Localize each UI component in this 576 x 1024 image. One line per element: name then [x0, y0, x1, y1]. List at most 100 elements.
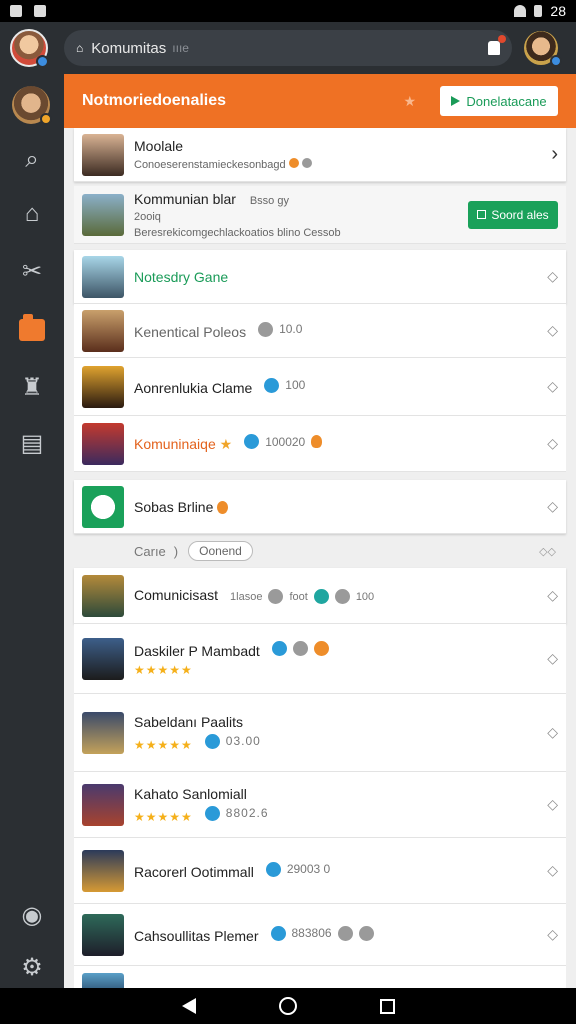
battery-icon: [534, 5, 543, 17]
play-icon: [451, 96, 461, 106]
search-text: Komumitas: [91, 39, 167, 57]
game-thumbnail: [82, 255, 124, 298]
card-subtitle: Conoeserenstamieckesonbagd: [134, 158, 543, 171]
store-icon[interactable]: ♜: [16, 372, 48, 404]
game-thumbnail: [82, 365, 124, 408]
download-button-label: Donelatacane: [466, 93, 547, 109]
chevron-icon[interactable]: ◇: [547, 862, 558, 879]
list-item[interactable]: Aonrenlukia Clame 100 ◇: [74, 358, 566, 416]
chevron-icon[interactable]: ◇: [547, 587, 558, 604]
system-nav-bar: [0, 988, 576, 1024]
table-row[interactable]: Kahato Sanlomiall ★★★★★ 8802.6 ◇: [74, 772, 566, 838]
item-value: 29003 0: [286, 862, 331, 876]
table-row[interactable]: Cahsoullitas Plemer 883806 ◇: [74, 904, 566, 966]
friend-avatar[interactable]: [524, 31, 562, 67]
status-bar: 28: [0, 0, 576, 22]
notification-icon[interactable]: [488, 35, 506, 55]
person-thumbnail: [82, 133, 124, 176]
item-value: 100020: [265, 434, 306, 449]
join-button[interactable]: Soord ales: [468, 200, 558, 229]
app-thumbnail: [82, 485, 124, 528]
sort-icon[interactable]: ◇◇: [539, 545, 556, 558]
table-row[interactable]: Racorerl Ootimmall 29003 0 ◇: [74, 838, 566, 904]
card-title: Moolale: [134, 138, 184, 154]
list-item[interactable]: Notesdry Gane ◇: [74, 250, 566, 304]
help-icon[interactable]: ◉: [16, 900, 48, 932]
game-thumbnail: [82, 637, 124, 680]
home-icon[interactable]: ⌂: [16, 198, 48, 230]
profile-avatar[interactable]: [10, 29, 49, 68]
search-icon[interactable]: ⌕: [16, 144, 48, 176]
rail-badge: [40, 113, 52, 125]
featured-game-card[interactable]: Kommunian blar Bsso gy 2ooiq Beresrekico…: [74, 186, 566, 244]
list-item[interactable]: Komuninaiqe ★ 100020 ◇: [74, 416, 566, 472]
chevron-icon[interactable]: ◇: [547, 378, 558, 395]
rail-profile-avatar[interactable]: [12, 86, 52, 125]
item-title: Sabeldanı Paalits: [134, 713, 243, 730]
settings-icon[interactable]: ⚙: [16, 952, 48, 984]
chevron-right-icon[interactable]: ›: [551, 143, 558, 166]
table-row[interactable]: Comunicisast 1lasoe foot 100 ◇: [74, 568, 566, 624]
home-button-icon[interactable]: [278, 997, 297, 1015]
item-value: 03.00: [225, 734, 261, 748]
chevron-icon[interactable]: ◇: [547, 268, 558, 285]
chevron-icon[interactable]: ◇: [547, 650, 558, 667]
game-thumbnail: [82, 783, 124, 826]
chevron-icon[interactable]: ◇: [547, 322, 558, 339]
filter-row: Carıe ) Oonend ◇◇: [64, 536, 576, 566]
filter-pill[interactable]: Oonend: [188, 541, 253, 561]
side-rail: ⌕ ⌂ ✂ ♜ ▤ ◉ ⚙: [0, 74, 64, 988]
card-subtitle: Beresrekicomgechlackoatios blino Cessob: [134, 226, 341, 239]
rating-stars: ★★★★★: [134, 737, 193, 752]
filter-sep: ): [173, 543, 179, 559]
rating-stars: ★★★★★: [134, 662, 193, 677]
community-icon[interactable]: [16, 314, 48, 346]
chevron-icon[interactable]: ◇: [547, 926, 558, 943]
item-title: Aonrenlukia Clame: [134, 379, 253, 396]
chevron-icon[interactable]: ◇: [547, 435, 558, 452]
game-thumbnail: [82, 422, 124, 465]
chevron-icon[interactable]: ◇: [547, 796, 558, 813]
game-thumbnail: [82, 849, 124, 892]
game-thumbnail: [82, 574, 124, 617]
list-item[interactable]: Kenentical Poleos 10.0 ◇: [74, 304, 566, 358]
chevron-icon[interactable]: ◇: [547, 498, 558, 515]
download-button[interactable]: Donelatacane: [440, 86, 558, 116]
search-bar[interactable]: ⌂ Komumitas ıııe: [64, 30, 512, 66]
wifi-icon: [514, 5, 527, 17]
chevron-icon[interactable]: ◇: [547, 724, 558, 741]
recents-icon[interactable]: [379, 998, 395, 1014]
friend-badge: [550, 55, 562, 67]
game-thumbnail: [82, 193, 124, 236]
rating-stars: ★★★★★: [134, 809, 193, 824]
game-thumbnail: [82, 973, 124, 988]
home-small-icon: ⌂: [76, 41, 84, 55]
gallery-icon: [10, 5, 22, 17]
game-thumbnail: [82, 913, 124, 956]
item-value: 100: [285, 378, 306, 392]
list-item[interactable]: Sobas Brline ◇: [74, 480, 566, 534]
item-title: Daskiler P Mambadt: [134, 642, 260, 659]
card-title: Kommunian blar: [134, 190, 236, 207]
item-title: Kenentical Poleos: [134, 323, 247, 340]
featured-card[interactable]: Moolale Conoeserenstamieckesonbagd ›: [74, 128, 566, 182]
section-title: Notmoriedoenalies: [82, 92, 227, 109]
item-title: Cahsoullitas Plemer: [134, 927, 259, 944]
tools-icon[interactable]: ✂: [16, 256, 48, 288]
item-value: 883806: [291, 926, 332, 940]
back-icon[interactable]: [181, 998, 196, 1014]
item-value: 8802.6: [225, 806, 269, 820]
online-badge: [36, 55, 49, 68]
chat-icon[interactable]: ▤: [16, 428, 48, 460]
item-title: Sobas Brline: [134, 498, 214, 515]
table-row[interactable]: Daskiler P Mambadt ★★★★★ ◇: [74, 624, 566, 694]
section-header: Notmoriedoenalies ★ Donelatacane: [64, 74, 576, 128]
item-value: 10.0: [279, 322, 303, 336]
card-meta: 2ooiq: [134, 210, 161, 223]
app-bar: ⌂ Komumitas ıııe: [0, 22, 576, 74]
item-title: Komuninaiqe: [134, 436, 216, 452]
star-icon[interactable]: ★: [403, 93, 416, 110]
table-row[interactable]: Sabeldanı Paalits ★★★★★ 03.00 ◇: [74, 694, 566, 772]
download-icon: [34, 5, 46, 17]
table-row-partial[interactable]: [74, 966, 566, 988]
